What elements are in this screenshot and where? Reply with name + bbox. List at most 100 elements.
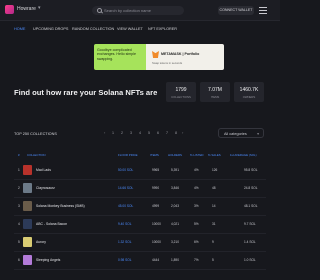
stat-value: 1799 [175,87,187,93]
stat-value: 7.07M [208,87,222,93]
table-header: # COLLECTION FLOOR PRICE ITEMS HOLDERS %… [14,153,266,159]
collection-thumbnail [23,165,32,175]
floor-price: 50.00 SOL [118,168,134,172]
collection-thumbnail [23,255,32,265]
nav-random-collection[interactable]: RANDOM COLLECTION [72,27,114,31]
table-row[interactable]: 1 Mad Lads 50.00 SOL 9965 5,391 4% 126 9… [14,162,266,180]
section-title: TOP 250 COLLECTIONS [14,132,57,136]
floor-price: 1.32 SOL [118,240,132,244]
collection-name[interactable]: Solana Monkey Business (SMB) [36,204,85,208]
banner-text-panel: Goodbye complicated exchanges. Hello sim… [94,44,146,70]
collection-name[interactable]: Claynosaurz [36,186,55,190]
holders-count: 3,846 [171,186,179,190]
next-page-icon[interactable]: › [182,130,183,135]
items-count: 10000 [152,240,161,244]
col-items[interactable]: ITEMS [150,153,159,157]
sales-percent: 48 [212,186,216,190]
stat-collections: 1799 COLLECTIONS [166,82,196,102]
listed-percent: 6% [194,240,199,244]
items-count: 10000 [152,222,161,226]
page-button[interactable]: 5 [146,130,152,137]
table-row[interactable]: 6 Sleeping Angels 0.98 SOL 4444 1,890 7%… [14,252,266,270]
row-rank: 3 [18,204,20,208]
stat-owners: 1460.7K OWNERS [234,82,264,102]
collection-thumbnail [23,219,32,229]
sales-percent: 5 [212,258,214,262]
avg-price: 1.0 SOL [244,258,256,262]
col-rank[interactable]: # [18,153,20,157]
banner-brand: METAMASK | Portfolio [161,52,200,56]
items-count: 9990 [152,186,160,190]
nav-upcoming-drops[interactable]: UPCOMING DROPS [33,27,68,31]
listed-percent: 4% [194,168,199,172]
holders-count: 2,043 [171,204,179,208]
col-holders[interactable]: HOLDERS [168,153,182,157]
listed-percent: 7% [194,258,199,262]
avg-price: 48.1 SOL [244,204,258,208]
stat-label: ITEMS [210,95,220,99]
collection-name[interactable]: ABC - Solana Bacon [36,222,67,226]
page-button[interactable]: 1 [110,130,116,137]
page-button[interactable]: 6 [155,130,161,137]
table-row[interactable]: 5 Aurory 1.32 SOL 10000 3,210 6% 9 1.4 S… [14,234,266,252]
connect-wallet-button[interactable]: CONNECT WALLET [218,6,254,15]
collection-name[interactable]: Aurory [36,240,46,244]
banner-caption: Swap tokens in seconds [152,61,183,65]
stat-items: 7.07M ITEMS [200,82,230,102]
holders-count: 1,890 [171,258,179,262]
avg-price: 1.4 SOL [244,240,256,244]
avg-price: 24.8 SOL [244,186,258,190]
collection-thumbnail [23,237,32,247]
chevron-down-icon: ▾ [257,132,259,136]
col-sales[interactable]: % SALES [208,153,221,157]
collection-name[interactable]: Sleeping Angels [36,258,60,262]
site-logo[interactable] [5,5,14,14]
nav-view-wallet[interactable]: VIEW WALLET [117,27,143,31]
items-count: 9965 [152,168,160,172]
nav-home[interactable]: HOME [14,27,25,31]
collection-name[interactable]: Mad Lads [36,168,51,172]
banner-brand-panel: METAMASK | Portfolio Swap tokens in seco… [146,44,224,70]
collection-thumbnail [23,183,32,193]
holders-count: 3,210 [171,240,179,244]
col-listed[interactable]: % LISTED [190,153,204,157]
holders-count: 4,021 [171,222,179,226]
stat-label: COLLECTIONS [171,95,191,99]
sales-percent: 14 [212,204,216,208]
ad-banner[interactable]: Goodbye complicated exchanges. Hello sim… [94,44,224,70]
row-rank: 5 [18,240,20,244]
page-button[interactable]: 7 [164,130,170,137]
table-row[interactable]: 2 Claynosaurz 14.66 SOL 9990 3,846 4% 48… [14,180,266,198]
col-floor-price[interactable]: FLOOR PRICE [118,153,138,157]
category-select[interactable]: All categories ▾ [218,128,264,138]
row-rank: 1 [18,168,20,172]
menu-icon[interactable] [259,7,267,14]
table-row[interactable]: 3 Solana Monkey Business (SMB) 45.00 SOL… [14,198,266,216]
collection-thumbnail [23,201,32,211]
page-button[interactable]: 2 [119,130,125,137]
table-row[interactable]: 4 ABC - Solana Bacon 9.40 SOL 10000 4,02… [14,216,266,234]
page-button[interactable]: 8 [173,130,179,137]
avg-price: 95.8 SOL [244,168,258,172]
floor-price: 14.66 SOL [118,186,134,190]
search-bar[interactable] [92,6,184,15]
page-title: Find out how rare your Solana NFTs are [14,88,158,97]
chevron-down-icon[interactable]: ▾ [38,5,41,11]
metamask-fox-icon [152,51,159,58]
page-button[interactable]: 4 [137,130,143,137]
brand-name[interactable]: Howrare [17,6,36,12]
col-collection[interactable]: COLLECTION [27,153,45,157]
prev-page-icon[interactable]: ‹ [104,130,105,135]
top-bar: Howrare ▾ CONNECT WALLET [0,0,280,21]
banner-text: Goodbye complicated exchanges. Hello sim… [97,48,136,61]
sales-percent: 126 [212,168,218,172]
search-input[interactable] [104,6,180,15]
col-1h-average[interactable]: 1H AVERAGE (SOL) [230,153,257,157]
listed-percent: 5% [194,222,199,226]
stat-value: 1460.7K [239,87,259,93]
floor-price: 9.40 SOL [118,222,132,226]
page-button[interactable]: 3 [128,130,134,137]
search-icon [97,8,102,13]
holders-count: 5,391 [171,168,179,172]
nav-nft-explorer[interactable]: NFT EXPLORER [148,27,177,31]
